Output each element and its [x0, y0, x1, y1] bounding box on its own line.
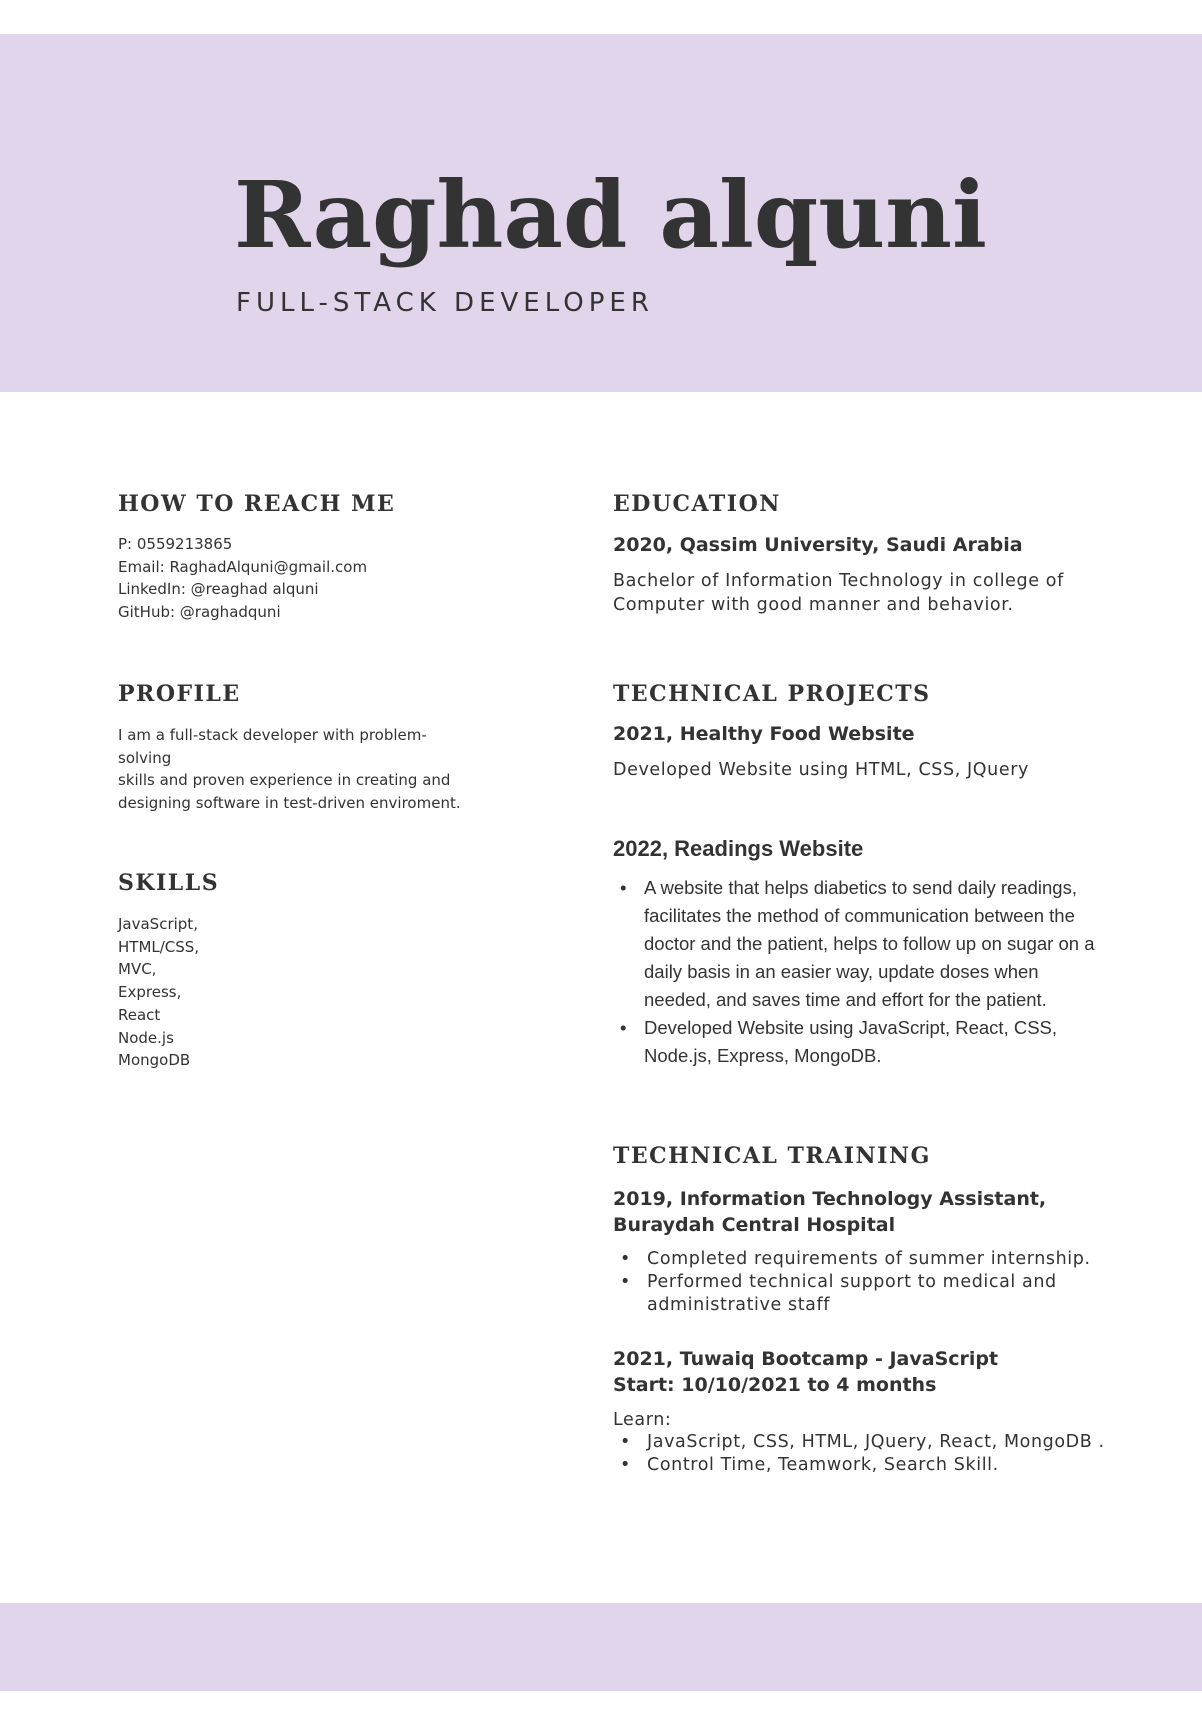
- contact-heading: HOW TO REACH ME: [118, 491, 396, 517]
- skill-item: Node.js: [118, 1028, 174, 1047]
- skill-item: React: [118, 1005, 161, 1024]
- profile-line: solving: [118, 748, 172, 767]
- project-1-title: 2021, Healthy Food Website: [613, 723, 915, 745]
- skill-item: HTML/CSS,: [118, 937, 200, 956]
- education-description: Bachelor of Information Technology in co…: [613, 569, 1064, 617]
- profile-line: I am a full-stack developer with problem…: [118, 726, 427, 744]
- project-1-description: Developed Website using HTML, CSS, JQuer…: [613, 760, 1029, 780]
- profile-line: skills and proven experience in creating…: [118, 771, 451, 789]
- contact-info: P: 0559213865 Email: RaghadAlquni@gmail.…: [118, 533, 367, 623]
- email: Email: RaghadAlquni@gmail.com: [118, 557, 368, 576]
- education-heading: EDUCATION: [613, 491, 781, 517]
- phone: P: 0559213865: [118, 535, 233, 553]
- skill-item: MVC,: [118, 960, 157, 979]
- skill-item: MongoDB: [118, 1051, 191, 1070]
- education-line: Bachelor of Information Technology in co…: [613, 571, 1064, 591]
- training-2-title: 2021, Tuwaiq Bootcamp - JavaScript Start…: [613, 1346, 998, 1398]
- training-2-title-line: 2021, Tuwaiq Bootcamp - JavaScript: [613, 1348, 999, 1370]
- bullet-item: Control Time, Teamwork, Search Skill.: [613, 1454, 1113, 1477]
- github: GitHub: @raghadquni: [118, 602, 281, 621]
- candidate-name: Raghad alquni: [234, 161, 987, 269]
- job-title: FULL-STACK DEVELOPER: [236, 288, 654, 318]
- footer-band: [0, 1603, 1202, 1691]
- learn-label: Learn:: [613, 1410, 672, 1430]
- training-1-title-line: 2019, Information Technology Assistant,: [613, 1188, 1047, 1210]
- project-2-bullets: A website that helps diabetics to send d…: [613, 874, 1109, 1070]
- skill-item: JavaScript,: [118, 915, 198, 933]
- bullet-item: Performed technical support to medical a…: [613, 1271, 1077, 1317]
- project-2-title: 2022, Readings Website: [613, 836, 864, 861]
- linkedin: LinkedIn: @reaghad alquni: [118, 580, 319, 598]
- training-2-bullets: JavaScript, CSS, HTML, JQuery, React, Mo…: [613, 1431, 1113, 1477]
- bullet-item: A website that helps diabetics to send d…: [613, 874, 1109, 1014]
- profile-text: I am a full-stack developer with problem…: [118, 724, 461, 814]
- training-1-title: 2019, Information Technology Assistant, …: [613, 1186, 1046, 1238]
- training-1-title-line: Buraydah Central Hospital: [613, 1214, 896, 1236]
- bullet-item: JavaScript, CSS, HTML, JQuery, React, Mo…: [613, 1431, 1117, 1454]
- bullet-item: Completed requirements of summer interns…: [613, 1248, 1113, 1271]
- education-line: Computer with good manner and behavior.: [613, 595, 1014, 615]
- education-title: 2020, Qassim University, Saudi Arabia: [613, 534, 1023, 556]
- training-2-title-line: Start: 10/10/2021 to 4 months: [613, 1374, 937, 1396]
- training-heading: TECHNICAL TRAINING: [613, 1143, 931, 1169]
- profile-line: designing software in test-driven enviro…: [118, 793, 461, 812]
- bullet-item: Developed Website using JavaScript, Reac…: [613, 1014, 1109, 1070]
- projects-heading: TECHNICAL PROJECTS: [613, 681, 931, 707]
- skills-list: JavaScript, HTML/CSS, MVC, Express, Reac…: [118, 913, 199, 1072]
- skills-heading: SKILLS: [118, 870, 220, 896]
- profile-heading: PROFILE: [118, 681, 241, 707]
- training-1-bullets: Completed requirements of summer interns…: [613, 1248, 1113, 1317]
- skill-item: Express,: [118, 983, 182, 1002]
